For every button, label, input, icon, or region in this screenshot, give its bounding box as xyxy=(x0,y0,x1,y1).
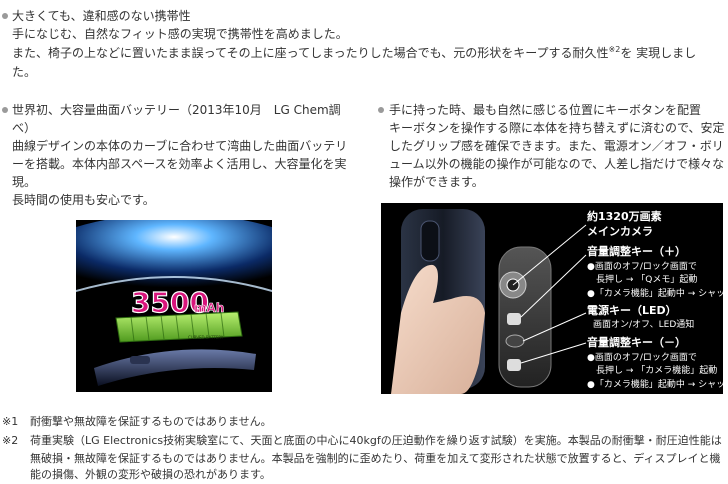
footnote-ref: ※2 xyxy=(608,45,621,54)
footnote-text: 耐衝撃や無故障を保証するものではありません。 xyxy=(30,415,272,428)
volume-up-title: 音量調整キー（＋） xyxy=(587,245,686,258)
text-line: ーを搭載。本体内部スペースを効率よく活用し、大容量化を実 xyxy=(12,157,347,171)
volume-down-title: 音量調整キー（－） xyxy=(587,336,686,349)
text-span: また、椅子の上などに置いたまま誤ってその上に座ってしまったりした場合でも、元の形… xyxy=(12,46,609,60)
battery-image: CURVED BATTERY 3500 mAh xyxy=(76,220,272,392)
footnote-text: 荷重実験（LG Electronics技術実験室にて、天面と底面の中心に40kg… xyxy=(30,434,722,447)
text-line: 手になじむ、自然なフィット感の実現で携帯性を高めました。 xyxy=(12,27,348,41)
volume-up-item: ●「カメラ機能」起動中 → シャッター xyxy=(587,289,723,299)
battery-tag: CURVED BATTERY xyxy=(188,335,224,340)
camera-label: 約1320万画素 xyxy=(587,210,662,223)
text-line: た。 xyxy=(12,65,37,79)
text-line: 長時間の使用も安心です。 xyxy=(12,193,155,207)
text-line: ューム以外の機能の操作が可能なので、人差し指だけで様々な xyxy=(389,157,725,171)
bullet-icon xyxy=(378,107,384,113)
bullet-icon xyxy=(2,107,8,113)
text-line: 曲線デザインの本体のカーブに合わせて湾曲した曲面バッテリ xyxy=(12,139,348,153)
text-line: したグリップ感を確保できます。また、電源オン／オフ・ボリ xyxy=(389,139,724,153)
heading-battery: 世界初、大容量曲面バッテリー（2013年10月 LG Chem調 xyxy=(12,103,341,117)
power-key-title: 電源キー（LED） xyxy=(587,304,677,317)
footnote-mark: ※1 xyxy=(2,415,19,428)
text-line: キーボタンを操作する際に本体を持ち替えずに済むので、安定 xyxy=(389,121,725,135)
text-line: 操作ができます。 xyxy=(389,175,484,189)
volume-down-item: ●画面のオフ/ロック画面で xyxy=(587,353,697,363)
heading-portability: 大きくても、違和感のない携帯性 xyxy=(12,9,191,23)
volume-up-item: 長押し → 「Qメモ」起動 xyxy=(587,275,698,285)
volume-down-item: 長押し → 「カメラ機能」起動 xyxy=(587,366,718,376)
battery-capacity-unit: mAh xyxy=(194,301,224,315)
text-line: また、椅子の上などに置いたまま誤ってその上に座ってしまったりした場合でも、元の形… xyxy=(12,44,696,62)
text-span: を 実現しまし xyxy=(620,46,697,60)
volume-up-item: ●画面のオフ/ロック画面で xyxy=(587,262,697,272)
battery-illustration: CURVED BATTERY 3500 mAh xyxy=(76,220,272,392)
text-line: 現。 xyxy=(12,175,37,189)
footnote-mark: ※2 xyxy=(2,434,19,447)
footnote-text: 能の損傷、外観の変形や破損の恐れがあります。 xyxy=(30,468,271,481)
camera-label-2: メインカメラ xyxy=(587,225,653,238)
power-key-item: 画面オン/オフ、LED通知 xyxy=(593,320,695,330)
keys-image: 約1320万画素 メインカメラ 音量調整キー（＋） ●画面のオフ/ロック画面で … xyxy=(381,203,723,394)
bullet-icon xyxy=(2,13,8,19)
heading-keys: 手に持った時、最も自然に感じる位置にキーボタンを配置 xyxy=(389,103,702,117)
volume-down-item: ●「カメラ機能」起動中 → シャッター xyxy=(587,380,723,390)
heading-battery-cont: べ） xyxy=(12,121,37,135)
